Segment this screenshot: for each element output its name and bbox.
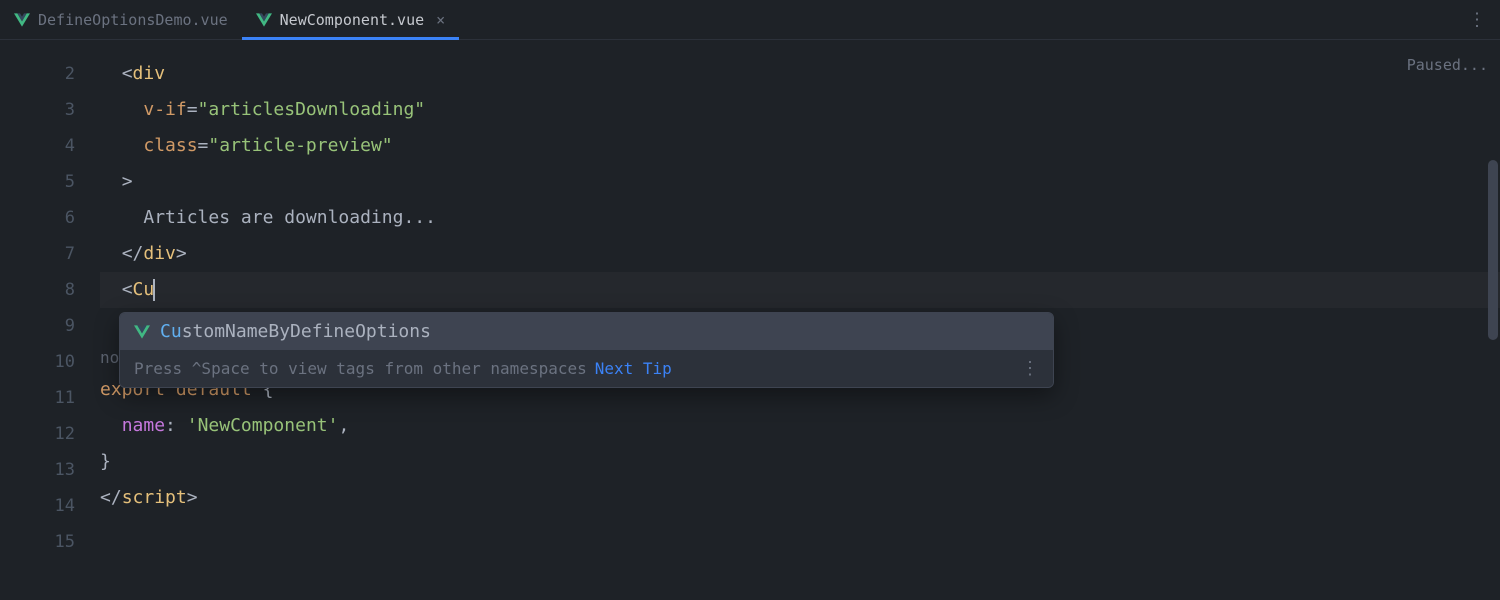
line-number: 13	[0, 452, 75, 488]
scrollbar[interactable]	[1488, 160, 1498, 340]
line-number: 2	[0, 56, 75, 92]
line-number: 8	[0, 272, 75, 308]
completion-item[interactable]: CustomNameByDefineOptions	[120, 313, 1053, 350]
code-line: >	[100, 164, 1500, 200]
close-icon[interactable]: ×	[436, 11, 445, 29]
line-number: 5	[0, 164, 75, 200]
completion-menu-icon[interactable]: ⋮	[1021, 358, 1039, 379]
code-line: Articles are downloading...	[100, 200, 1500, 236]
line-number-gutter: 2 3 4 5 6 7 8 9 10 11 12 13 14 15	[0, 40, 100, 600]
line-number: 3	[0, 92, 75, 128]
line-number: 6	[0, 200, 75, 236]
next-tip-link[interactable]: Next Tip	[595, 359, 672, 378]
code-line: </script>	[100, 480, 1500, 516]
text-cursor	[153, 279, 155, 301]
tab-define-options[interactable]: DefineOptionsDemo.vue	[0, 0, 242, 39]
completion-footer: Press ^Space to view tags from other nam…	[120, 350, 1053, 387]
vue-icon	[14, 13, 30, 27]
line-number: 7	[0, 236, 75, 272]
completion-text: CustomNameByDefineOptions	[160, 321, 431, 342]
tab-label: DefineOptionsDemo.vue	[38, 11, 228, 29]
line-number: 14	[0, 488, 75, 524]
line-number: 11	[0, 380, 75, 416]
code-line: v-if="articlesDownloading"	[100, 92, 1500, 128]
code-line: </div>	[100, 236, 1500, 272]
code-line: class="article-preview"	[100, 128, 1500, 164]
code-line: }	[100, 444, 1500, 480]
line-number: 15	[0, 524, 75, 560]
code-line: <div	[100, 56, 1500, 92]
vue-icon	[256, 13, 272, 27]
code-line: name: 'NewComponent',	[100, 408, 1500, 444]
vue-icon	[134, 325, 150, 339]
tab-bar: DefineOptionsDemo.vue NewComponent.vue ×…	[0, 0, 1500, 40]
line-number: 12	[0, 416, 75, 452]
tab-menu-icon[interactable]: ⋮	[1464, 5, 1490, 34]
line-number: 10	[0, 344, 75, 380]
completion-popup: CustomNameByDefineOptions Press ^Space t…	[119, 312, 1054, 388]
tab-label: NewComponent.vue	[280, 11, 425, 29]
line-number: 4	[0, 128, 75, 164]
line-number: 9	[0, 308, 75, 344]
tab-new-component[interactable]: NewComponent.vue ×	[242, 0, 460, 39]
code-line	[100, 516, 1500, 552]
completion-hint: Press ^Space to view tags from other nam…	[134, 359, 672, 378]
code-line-current: <Cu	[100, 272, 1500, 308]
paused-status: Paused...	[1407, 56, 1488, 74]
